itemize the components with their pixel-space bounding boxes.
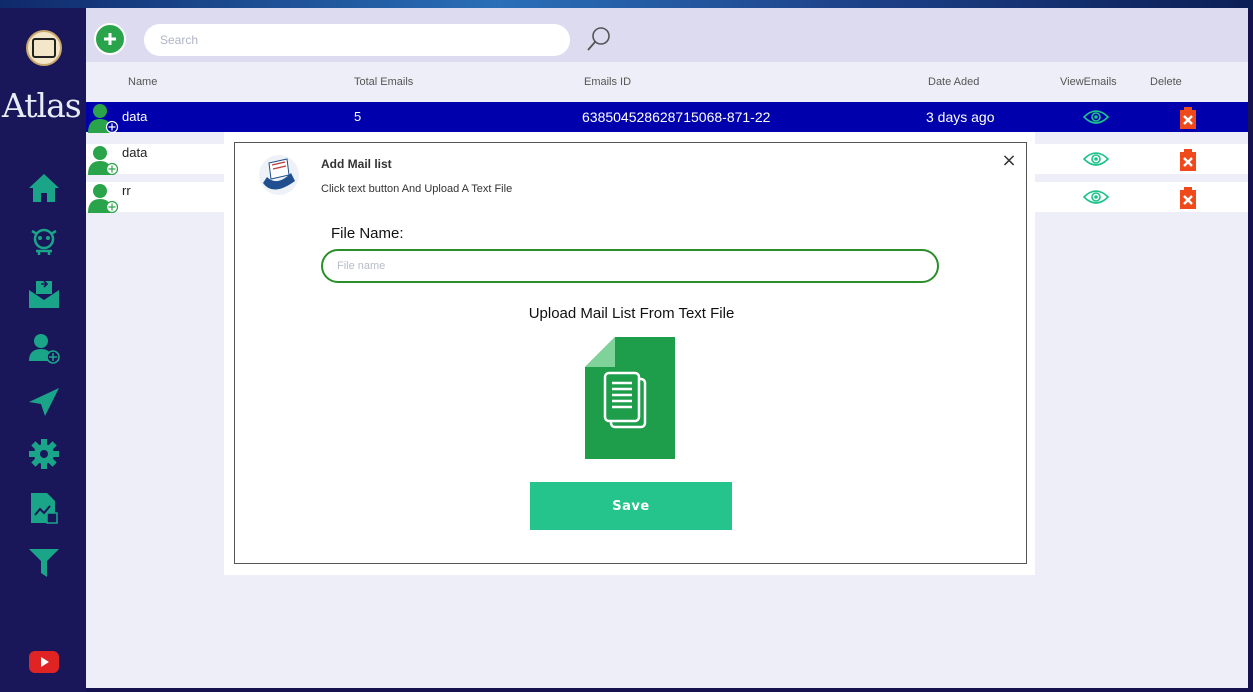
youtube-icon[interactable] (24, 642, 64, 682)
view-eye-icon[interactable] (1083, 189, 1109, 205)
search-icon[interactable] (584, 24, 614, 54)
sidebar: Atlas (0, 8, 86, 692)
search-input[interactable] (144, 24, 570, 56)
header-total-emails: Total Emails (354, 76, 414, 88)
dialog-description: Click text button And Upload A Text File (321, 183, 513, 195)
header-date-added: Date Aded (928, 76, 980, 88)
delete-trash-icon[interactable] (1178, 107, 1198, 129)
save-button[interactable]: Save (530, 482, 732, 530)
report-chart-icon[interactable] (24, 488, 64, 528)
row-total-emails: 5 (354, 109, 362, 124)
header-view-emails: ViewEmails (1060, 76, 1117, 88)
header-delete: Delete (1150, 76, 1182, 88)
app-logo (26, 30, 62, 66)
file-name-label: File Name: (331, 225, 404, 242)
text-file-upload-icon[interactable] (585, 337, 675, 459)
filter-icon[interactable] (24, 542, 64, 582)
dialog-title: Add Mail list (321, 157, 392, 171)
user-add-icon (88, 184, 119, 213)
view-eye-icon[interactable] (1083, 109, 1109, 125)
row-name: data (122, 145, 148, 160)
upload-label: Upload Mail List From Text File (528, 305, 735, 322)
close-icon[interactable]: × (999, 151, 1019, 171)
app-title: Atlas (2, 86, 82, 125)
file-name-input[interactable] (321, 249, 939, 283)
settings-gear-icon[interactable] (24, 434, 64, 474)
delete-trash-icon[interactable] (1178, 149, 1198, 171)
table-row[interactable]: data 5 638504528628715068-871-22 3 days … (86, 102, 1248, 133)
delete-trash-icon[interactable] (1178, 187, 1198, 209)
email-send-icon[interactable] (24, 274, 64, 314)
user-add-icon (88, 146, 119, 175)
home-icon[interactable] (24, 168, 64, 208)
top-bar (86, 8, 1248, 62)
view-eye-icon[interactable] (1083, 151, 1109, 167)
header-name: Name (128, 76, 158, 88)
robot-icon[interactable] (24, 222, 64, 262)
user-add-icon (88, 104, 119, 133)
add-mail-list-dialog: Add Mail list Click text button And Uplo… (234, 142, 1027, 564)
row-date-added: 3 days ago (926, 109, 995, 125)
plus-icon (104, 33, 116, 45)
row-name: rr (122, 183, 131, 198)
send-icon[interactable] (24, 382, 64, 422)
mailing-list-logo-icon (259, 155, 299, 195)
add-list-button[interactable] (94, 23, 126, 55)
header-emails-id: Emails ID (584, 76, 632, 88)
row-emails-id: 638504528628715068-871-22 (582, 109, 771, 125)
row-name: data (122, 109, 148, 124)
add-user-icon[interactable] (24, 328, 64, 368)
